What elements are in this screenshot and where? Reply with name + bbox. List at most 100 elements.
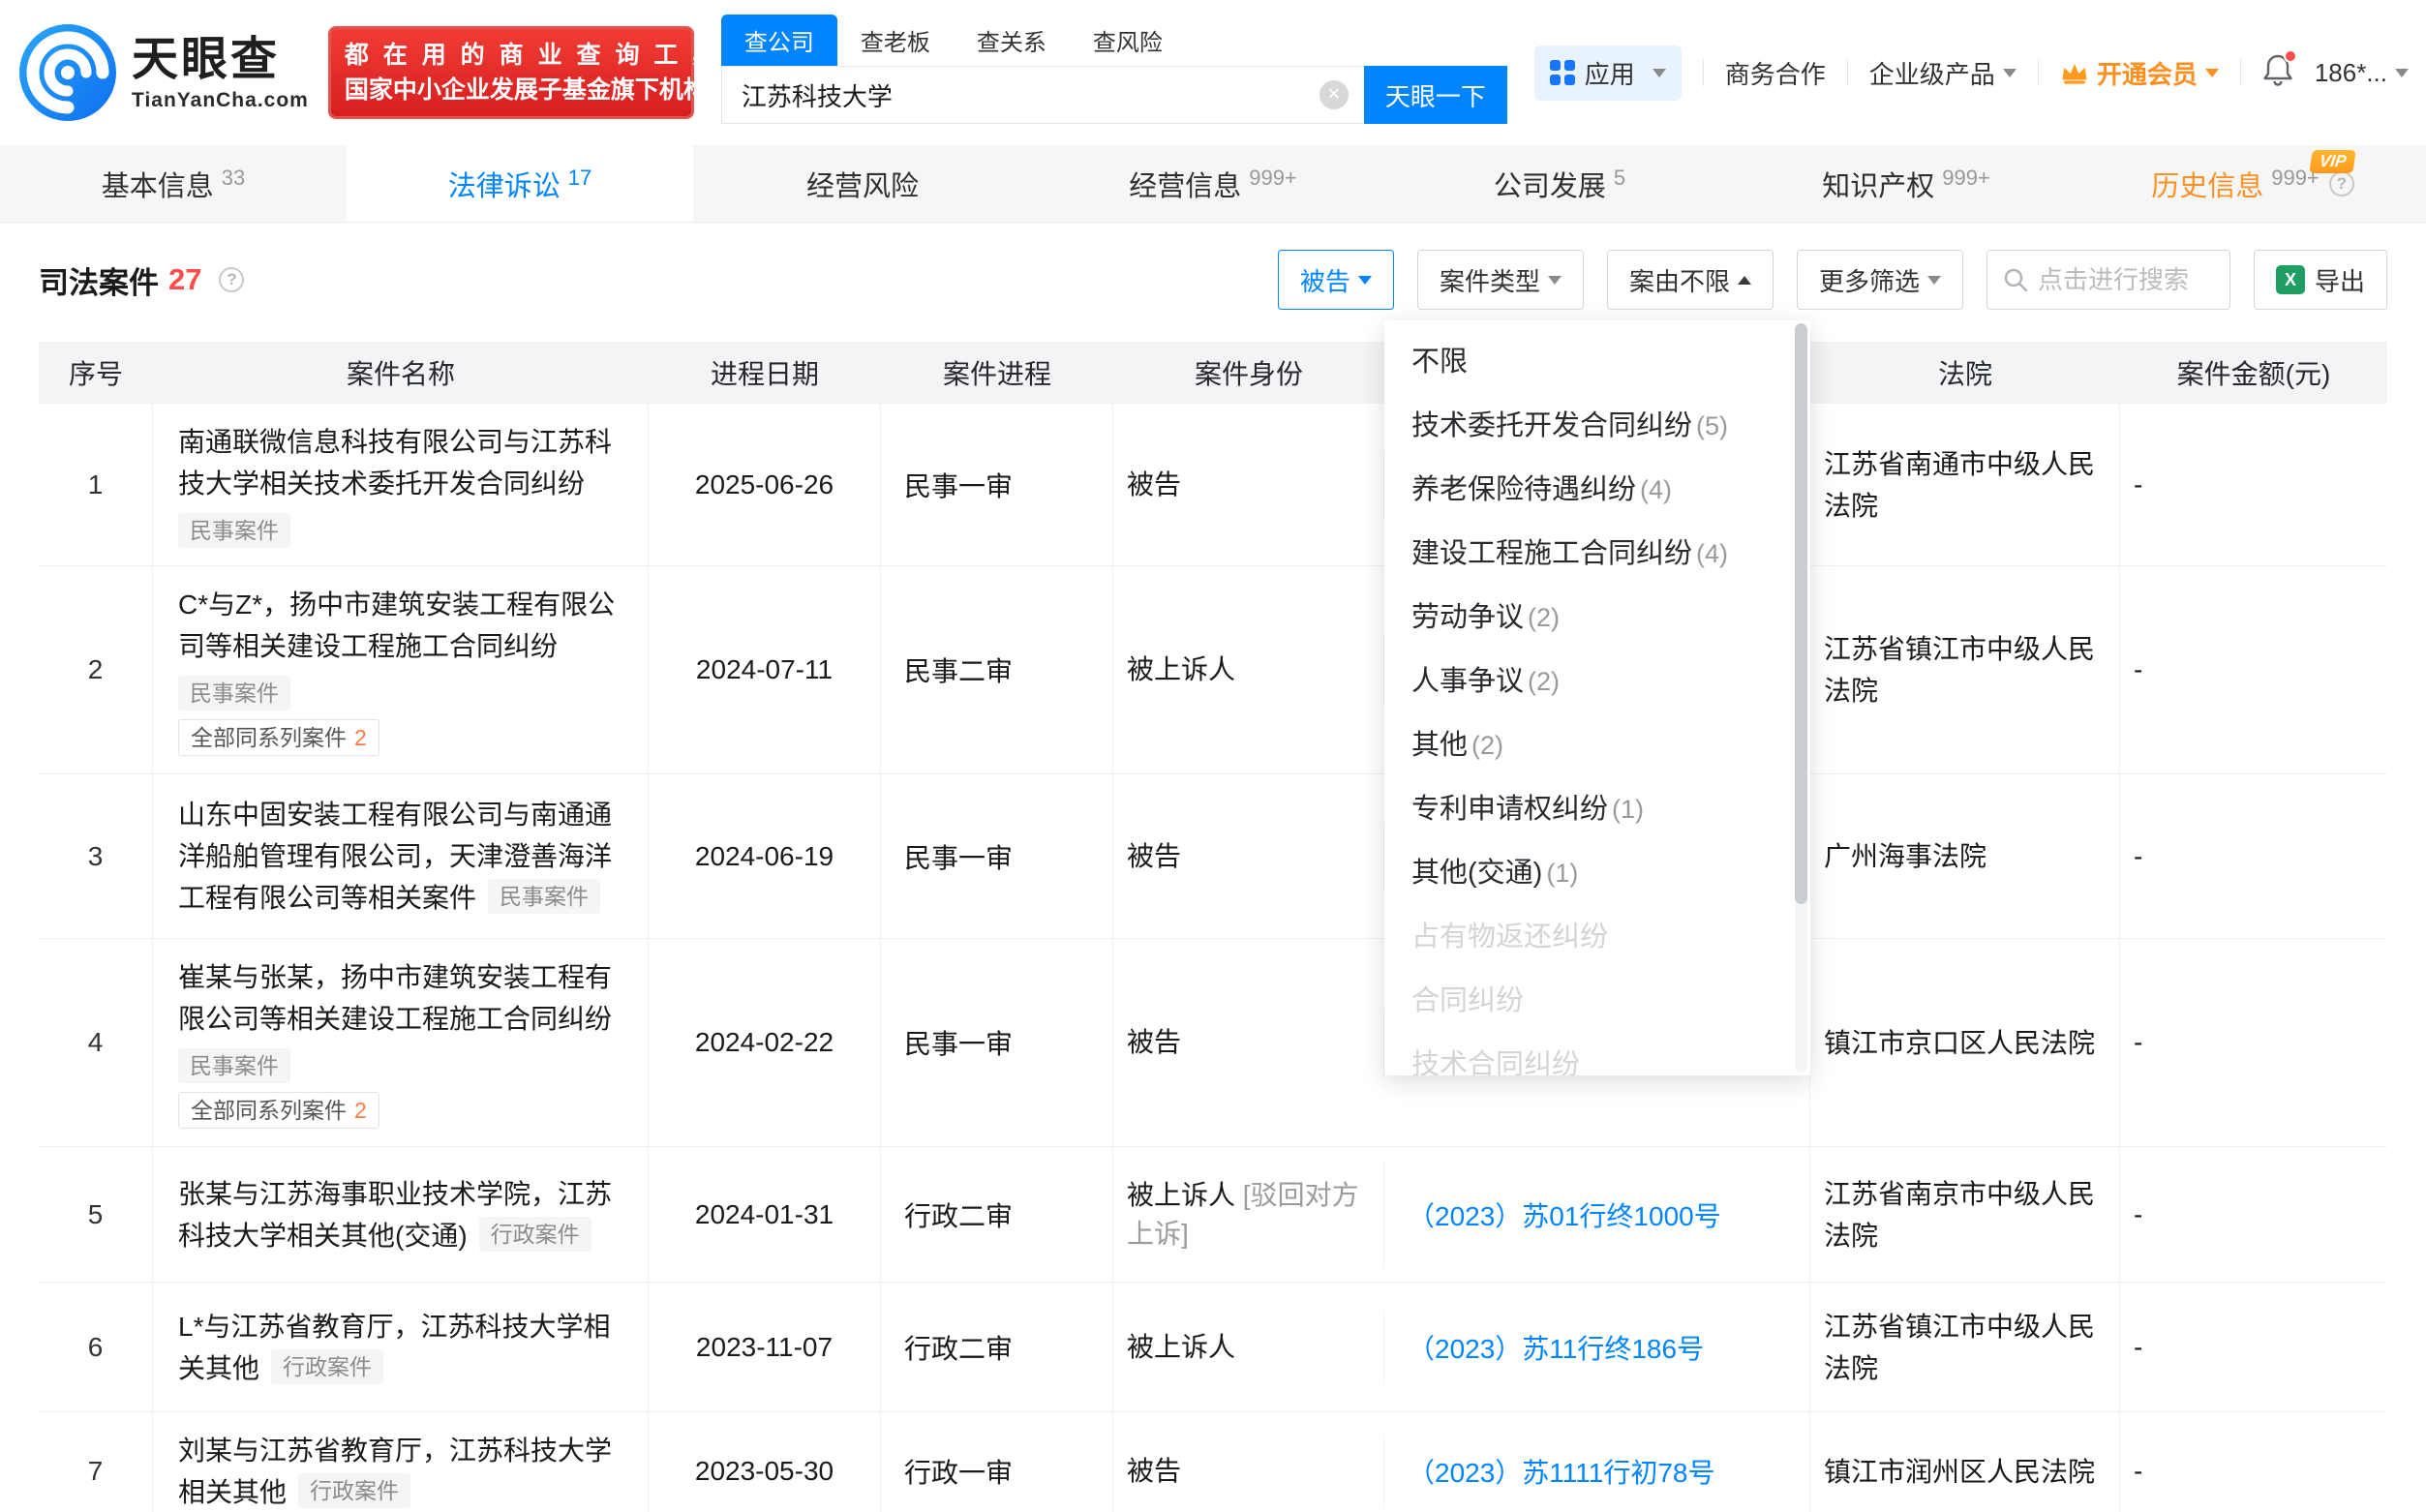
cause-dropdown-item[interactable]: 技术委托开发合同纠纷(5) xyxy=(1384,394,1810,458)
cause-count: (2) xyxy=(1528,603,1560,632)
case-type-filter-button[interactable]: 案件类型 xyxy=(1417,250,1584,310)
cause-label: 其他 xyxy=(1411,730,1468,761)
case-name[interactable]: 刘某与江苏省教育厅，江苏科技大学相关其他行政案件 xyxy=(178,1430,622,1512)
case-role: 被上诉人 xyxy=(1127,1328,1235,1367)
cause-dropdown-item[interactable]: 建设工程施工合同纠纷(4) xyxy=(1384,522,1810,586)
col-header-case-name: 案件名称 xyxy=(153,342,649,404)
series-tag-row: 全部同系列案件2 xyxy=(178,1092,379,1129)
col-header-date: 进程日期 xyxy=(649,342,881,404)
role-text: 被告 xyxy=(1127,469,1181,499)
user-account[interactable]: 186*... xyxy=(2315,58,2409,88)
case-number-link[interactable]: （2023）苏01行终1000号 xyxy=(1408,1195,1721,1234)
case-date: 2024-01-31 xyxy=(649,1147,881,1282)
case-name[interactable]: 崔某与张某，扬中市建筑安装工程有限公司等相关建设工程施工合同纠纷 xyxy=(178,956,622,1040)
chevron-down-icon xyxy=(1653,69,1666,77)
case-type-tag-row: 民事案件 xyxy=(178,676,290,711)
case-number-cell: （2023）苏1111行初78号 xyxy=(1384,1412,1810,1512)
tab-business-info[interactable]: 经营信息999+ xyxy=(1040,145,1386,222)
cause-filter-button[interactable]: 案由不限 xyxy=(1607,250,1774,310)
series-cases-tag[interactable]: 全部同系列案件2 xyxy=(178,1092,379,1129)
tab-intellectual-property[interactable]: 知识产权999+ xyxy=(1733,145,2079,222)
case-name-cell: C*与Z*，扬中市建筑安装工程有限公司等相关建设工程施工合同纠纷民事案件全部同系… xyxy=(153,566,649,773)
tab-company-development[interactable]: 公司发展5 xyxy=(1386,145,1733,222)
excel-icon: X xyxy=(2276,265,2305,294)
table-row: 3山东中固安装工程有限公司与南通通洋船舶管理有限公司，天津澄善海洋工程有限公司等… xyxy=(39,774,2387,939)
search-input[interactable] xyxy=(722,80,1319,110)
tab-business-risk[interactable]: 经营风险 xyxy=(693,145,1040,222)
case-number-cell: （2023）苏01行终1000号 xyxy=(1384,1147,1810,1282)
cases-table: 序号 案件名称 进程日期 案件进程 案件身份 法院 案件金额(元) 1南通联微信… xyxy=(39,342,2387,1512)
cause-dropdown-item[interactable]: 劳动争议(2) xyxy=(1384,586,1810,650)
case-type-tag: 民事案件 xyxy=(178,676,290,711)
case-name[interactable]: 张某与江苏海事职业技术学院，江苏科技大学相关其他(交通)行政案件 xyxy=(178,1173,622,1256)
search-tab-company[interactable]: 查公司 xyxy=(721,15,837,66)
notifications-bell[interactable] xyxy=(2262,53,2293,93)
case-number-link[interactable]: （2023）苏11行终186号 xyxy=(1408,1328,1704,1367)
case-stage: 行政一审 xyxy=(881,1412,1113,1512)
search-scope-tabs: 查公司 查老板 查关系 查风险 xyxy=(721,21,1507,66)
nav-enterprise[interactable]: 企业级产品 xyxy=(1869,55,2017,91)
case-name[interactable]: C*与Z*，扬中市建筑安装工程有限公司等相关建设工程施工合同纠纷 xyxy=(178,584,622,667)
case-type-tag: 行政案件 xyxy=(298,1473,410,1508)
chevron-down-icon xyxy=(2003,69,2017,77)
cause-label: 技术委托开发合同纠纷 xyxy=(1411,410,1692,441)
series-cases-tag[interactable]: 全部同系列案件2 xyxy=(178,719,379,756)
divider xyxy=(2240,59,2241,86)
cause-dropdown-item[interactable]: 人事争议(2) xyxy=(1384,650,1810,713)
help-icon[interactable]: ? xyxy=(219,267,244,292)
role-text: 被告 xyxy=(1127,1027,1181,1057)
nav-cooperation[interactable]: 商务合作 xyxy=(1725,55,1826,91)
cause-dropdown-item[interactable]: 其他(2) xyxy=(1384,713,1810,777)
chevron-up-icon xyxy=(1738,276,1751,285)
search-tab-risk[interactable]: 查风险 xyxy=(1070,15,1186,66)
case-name[interactable]: 南通联微信息科技有限公司与江苏科技大学相关技术委托开发合同纠纷 xyxy=(178,421,622,504)
table-row: 7刘某与江苏省教育厅，江苏科技大学相关其他行政案件2023-05-30行政一审被… xyxy=(39,1412,2387,1512)
help-icon[interactable]: ? xyxy=(2329,171,2354,197)
case-stage: 行政二审 xyxy=(881,1283,1113,1411)
series-count: 2 xyxy=(354,725,367,750)
cause-dropdown-item[interactable]: 其他(交通)(1) xyxy=(1384,841,1810,905)
cause-dropdown-item[interactable]: 专利申请权纠纷(1) xyxy=(1384,777,1810,841)
case-date: 2025-06-26 xyxy=(649,404,881,565)
page: 天眼查 TianYanCha.com 都 在 用 的 商 业 查 询 工 具 国… xyxy=(0,0,2426,1512)
case-number-link[interactable]: （2023）苏1111行初78号 xyxy=(1408,1452,1715,1491)
table-search-input[interactable] xyxy=(2038,265,2214,295)
search-button[interactable]: 天眼一下 xyxy=(1364,66,1507,124)
tab-legal-litigation[interactable]: 法律诉讼17 xyxy=(347,145,693,222)
case-name[interactable]: L*与江苏省教育厅，江苏科技大学相关其他行政案件 xyxy=(178,1306,622,1389)
tab-basic-info[interactable]: 基本信息33 xyxy=(0,145,347,222)
search-tab-relation[interactable]: 查关系 xyxy=(954,15,1070,66)
chevron-down-icon xyxy=(2395,69,2409,77)
user-phone: 186*... xyxy=(2315,58,2387,88)
apps-menu[interactable]: 应用 xyxy=(1534,45,1682,101)
table-row: 2C*与Z*，扬中市建筑安装工程有限公司等相关建设工程施工合同纠纷民事案件全部同… xyxy=(39,566,2387,774)
court-name: 江苏省南通市中级人民法院 xyxy=(1810,404,2120,565)
cause-dropdown-item: 占有物返还纠纷 xyxy=(1384,905,1810,969)
search-tab-boss[interactable]: 查老板 xyxy=(837,15,954,66)
cause-count: (4) xyxy=(1696,539,1728,568)
case-name-cell: 山东中固安装工程有限公司与南通通洋船舶管理有限公司，天津澄善海洋工程有限公司等相… xyxy=(153,774,649,938)
table-search-box[interactable] xyxy=(1986,250,2230,310)
case-amount: - xyxy=(2120,1283,2387,1411)
filter-group: 被告 案件类型 案由不限 更多筛选 X 导出 xyxy=(1278,250,2387,310)
dropdown-scrollbar-thumb[interactable] xyxy=(1795,323,1807,904)
clear-search-icon[interactable]: × xyxy=(1319,80,1349,109)
cause-dropdown-item[interactable]: 养老保险待遇纠纷(4) xyxy=(1384,458,1810,522)
export-button[interactable]: X 导出 xyxy=(2254,250,2387,310)
tianyancha-logo[interactable]: 天眼查 TianYanCha.com xyxy=(17,22,309,123)
dropdown-scrollbar[interactable] xyxy=(1795,323,1807,1073)
role-filter-button[interactable]: 被告 xyxy=(1278,250,1394,310)
more-filters-button[interactable]: 更多筛选 xyxy=(1797,250,1963,310)
case-amount: - xyxy=(2120,939,2387,1146)
cause-dropdown-item[interactable]: 不限 xyxy=(1384,330,1810,394)
notification-dot xyxy=(2284,49,2297,63)
series-tag-row: 全部同系列案件2 xyxy=(178,719,379,756)
court-name: 广州海事法院 xyxy=(1810,774,2120,938)
case-name[interactable]: 山东中固安装工程有限公司与南通通洋船舶管理有限公司，天津澄善海洋工程有限公司等相… xyxy=(178,794,622,919)
nav-open-vip[interactable]: 开通会员 xyxy=(2060,55,2219,91)
col-header-court: 法院 xyxy=(1810,342,2120,404)
series-count: 2 xyxy=(354,1098,367,1123)
logo-eye-icon xyxy=(17,22,118,123)
tab-history-info[interactable]: VIP 历史信息999+ ? xyxy=(2079,145,2426,222)
case-date: 2023-05-30 xyxy=(649,1412,881,1512)
